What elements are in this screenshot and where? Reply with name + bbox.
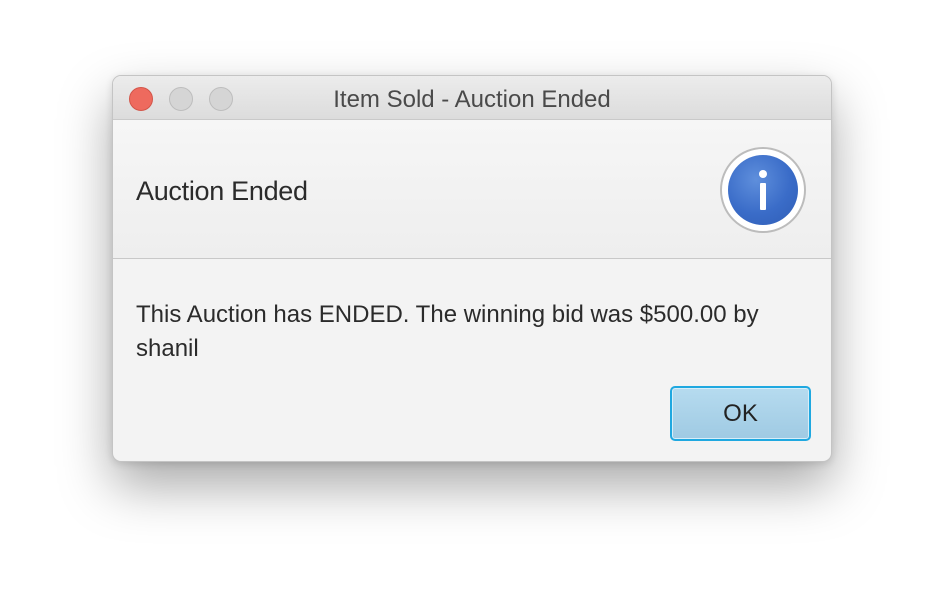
info-icon [720, 147, 806, 233]
dialog-message: This Auction has ENDED. The winning bid … [136, 301, 759, 362]
dialog-header-text: Auction Ended [136, 176, 308, 206]
alert-dialog-window: Item Sold - Auction Ended Auction Ended … [112, 75, 832, 462]
title-bar[interactable]: Item Sold - Auction Ended [113, 76, 831, 120]
desktop-background: Item Sold - Auction Ended Auction Ended … [0, 0, 944, 610]
ok-button[interactable]: OK [670, 386, 811, 441]
dialog-header: Auction Ended [113, 120, 831, 259]
window-title: Item Sold - Auction Ended [333, 86, 611, 113]
